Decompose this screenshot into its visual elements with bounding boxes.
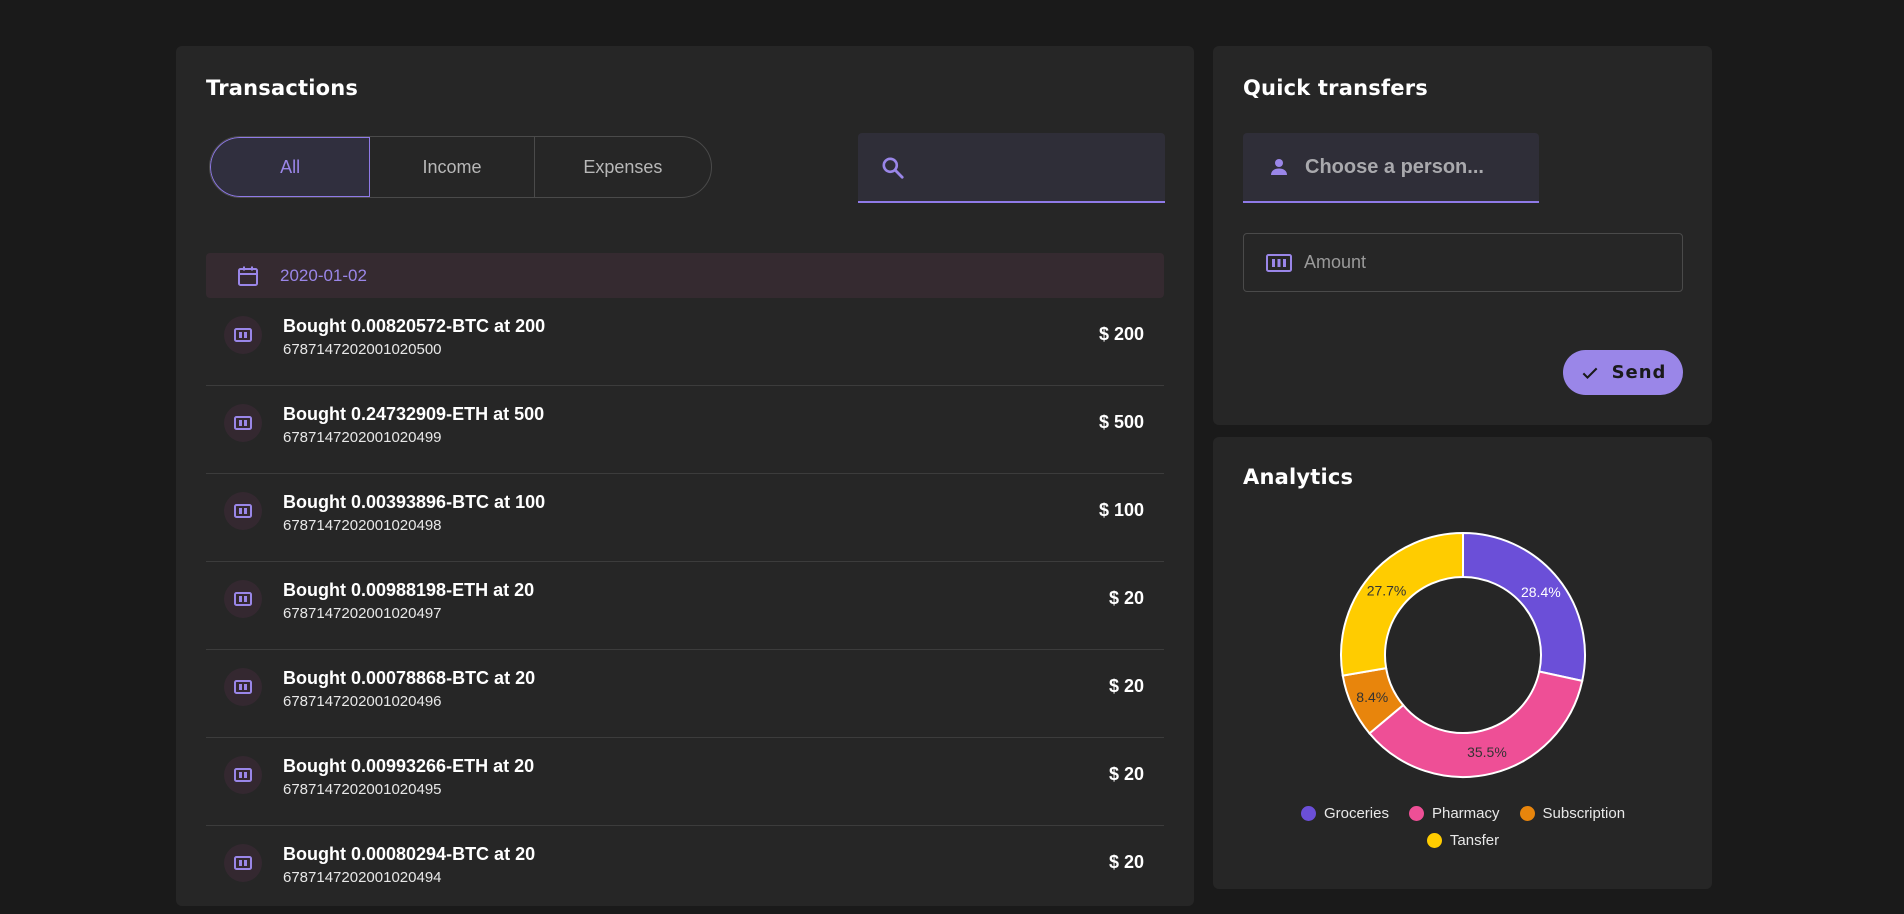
filter-expenses-button[interactable]: Expenses xyxy=(535,137,711,197)
legend-label: Subscription xyxy=(1542,805,1626,822)
transaction-title: Bought 0.00078868-BTC at 20 xyxy=(283,668,536,688)
quick-transfers-title: Quick transfers xyxy=(1243,76,1428,100)
transaction-id: 6787147202001020500 xyxy=(283,341,442,358)
legend-dot xyxy=(1519,806,1535,821)
transaction-row[interactable]: Bought 0.00080294-BTC at 20 678714720200… xyxy=(206,826,1164,914)
transaction-title: Bought 0.00993266-ETH at 20 xyxy=(283,756,535,776)
calendar-icon xyxy=(238,266,258,286)
person-select[interactable] xyxy=(1243,133,1539,203)
transaction-title: Bought 0.00393896-BTC at 100 xyxy=(283,492,546,512)
legend-label: Tansfer xyxy=(1449,832,1500,849)
transaction-avatar xyxy=(224,668,262,706)
transaction-title: Bought 0.24732909-ETH at 500 xyxy=(283,404,545,424)
transaction-avatar xyxy=(224,580,262,618)
transaction-row[interactable]: Bought 0.24732909-ETH at 500 67871472020… xyxy=(206,386,1164,474)
wallet-icon xyxy=(234,416,252,430)
search-input[interactable] xyxy=(920,147,1154,189)
transaction-id: 6787147202001020497 xyxy=(283,605,442,622)
legend-item-tansfer[interactable]: Tansfer xyxy=(1426,832,1500,849)
wallet-icon xyxy=(234,504,252,518)
wallet-icon xyxy=(234,856,252,870)
spending-donut-chart: 28.4% 35.5% 8.4% 27.7% xyxy=(1340,531,1586,778)
transaction-avatar xyxy=(224,756,262,794)
transaction-list: Bought 0.00820572-BTC at 200 67871472020… xyxy=(206,298,1164,914)
amount-input[interactable] xyxy=(1302,251,1666,274)
analytics-card: Analytics 28.4% 35.5% 8.4% 27.7% Groceries P… xyxy=(1213,437,1712,889)
person-input[interactable] xyxy=(1303,154,1537,180)
search-icon xyxy=(882,157,904,179)
slice-label-pharmacy: 35.5% xyxy=(1467,744,1507,760)
transaction-id: 6787147202001020498 xyxy=(283,517,442,534)
amount-field[interactable] xyxy=(1243,233,1683,292)
date-header: 2020-01-02 xyxy=(206,253,1164,298)
transaction-id: 6787147202001020499 xyxy=(283,429,442,446)
transaction-title: Bought 0.00988198-ETH at 20 xyxy=(283,580,535,600)
transaction-row[interactable]: Bought 0.00820572-BTC at 200 67871472020… xyxy=(206,298,1164,386)
slice-label-subscription: 8.4% xyxy=(1356,689,1388,705)
filter-all-button[interactable]: All xyxy=(210,137,371,197)
send-label: Send xyxy=(1611,362,1667,383)
transaction-avatar xyxy=(224,844,262,882)
wallet-icon xyxy=(234,680,252,694)
legend-item-subscription[interactable]: Subscription xyxy=(1519,805,1626,822)
slice-pharmacy[interactable] xyxy=(1368,670,1584,778)
slice-label-tansfer: 27.7% xyxy=(1367,583,1407,599)
transaction-avatar xyxy=(224,404,262,442)
transaction-amount: $ 20 xyxy=(1108,764,1144,784)
legend-item-pharmacy[interactable]: Pharmacy xyxy=(1408,805,1500,822)
date-label: 2020-01-02 xyxy=(280,265,367,285)
transaction-id: 6787147202001020495 xyxy=(283,781,442,798)
legend-item-groceries[interactable]: Groceries xyxy=(1300,805,1389,822)
transaction-amount: $ 20 xyxy=(1108,588,1144,608)
legend-label: Groceries xyxy=(1323,805,1389,822)
transaction-amount: $ 20 xyxy=(1108,852,1144,872)
check-icon xyxy=(1582,367,1597,379)
transactions-card: Transactions All Income Expenses 2020-01… xyxy=(176,46,1194,906)
transaction-row[interactable]: Bought 0.00993266-ETH at 20 678714720200… xyxy=(206,738,1164,826)
wallet-icon xyxy=(234,592,252,606)
transaction-amount: $ 100 xyxy=(1098,500,1144,520)
transaction-id: 6787147202001020494 xyxy=(283,869,442,886)
transactions-title: Transactions xyxy=(206,76,359,100)
search-box xyxy=(858,133,1165,203)
wallet-icon xyxy=(234,328,252,342)
transaction-amount: $ 20 xyxy=(1108,676,1144,696)
money-icon xyxy=(1266,253,1292,272)
slice-tansfer[interactable] xyxy=(1340,531,1464,677)
legend-dot xyxy=(1408,806,1424,821)
chart-legend: Groceries Pharmacy Subscription Tansfer xyxy=(1253,805,1673,849)
transaction-avatar xyxy=(224,492,262,530)
transaction-row[interactable]: Bought 0.00988198-ETH at 20 678714720200… xyxy=(206,562,1164,650)
person-icon xyxy=(1271,159,1287,175)
transaction-title: Bought 0.00820572-BTC at 200 xyxy=(283,316,546,336)
transaction-amount: $ 200 xyxy=(1098,324,1144,344)
legend-dot xyxy=(1426,833,1442,848)
send-button[interactable]: Send xyxy=(1563,350,1683,395)
legend-label: Pharmacy xyxy=(1431,805,1500,822)
transaction-row[interactable]: Bought 0.00393896-BTC at 100 67871472020… xyxy=(206,474,1164,562)
wallet-icon xyxy=(234,768,252,782)
transaction-title: Bought 0.00080294-BTC at 20 xyxy=(283,844,536,864)
filter-segmented-control: All Income Expenses xyxy=(209,136,712,198)
transaction-amount: $ 500 xyxy=(1098,412,1144,432)
transaction-row[interactable]: Bought 0.00078868-BTC at 20 678714720200… xyxy=(206,650,1164,738)
slice-label-groceries: 28.4% xyxy=(1521,584,1561,600)
quick-transfers-card: Quick transfers Send xyxy=(1213,46,1712,425)
legend-dot xyxy=(1300,806,1316,821)
filter-income-button[interactable]: Income xyxy=(370,137,535,197)
transaction-id: 6787147202001020496 xyxy=(283,693,442,710)
slice-groceries[interactable] xyxy=(1462,531,1586,683)
transaction-avatar xyxy=(224,316,262,354)
